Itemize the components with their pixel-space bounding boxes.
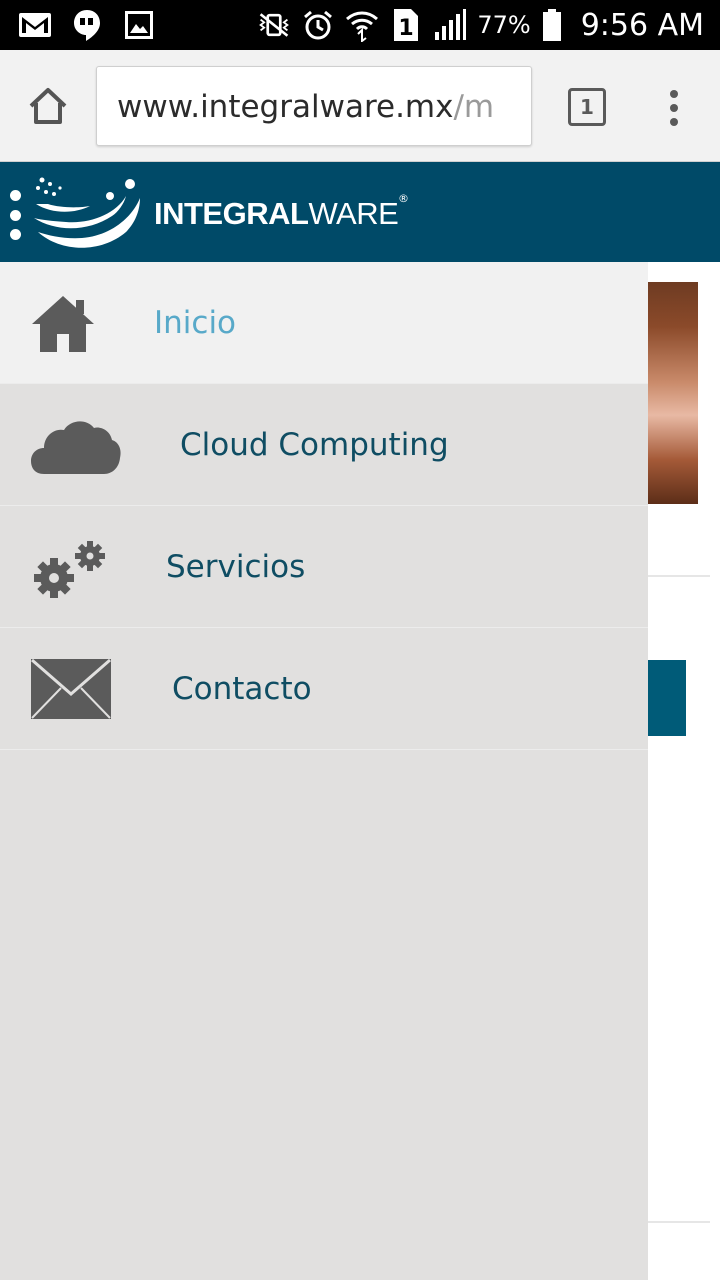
signal-icon [433, 8, 467, 42]
logo-light-text: WARE [308, 196, 399, 231]
content-divider [648, 1221, 710, 1223]
site-header: INTEGRALWARE [0, 162, 720, 262]
clock: 9:56 AM [580, 7, 704, 43]
svg-text:1: 1 [399, 16, 414, 41]
menu-dot [670, 118, 678, 126]
mute-vibrate-icon [257, 8, 291, 42]
registered-mark: ® [398, 192, 409, 205]
status-bar: 1 77% 9:56 AM [0, 0, 720, 50]
nav-item-label: Contacto [172, 671, 312, 707]
menu-dot [670, 104, 678, 112]
logo-swoosh-icon[interactable] [30, 174, 145, 254]
nav-item-servicios[interactable]: Servicios [0, 506, 648, 628]
tab-switcher-button[interactable]: 1 [568, 88, 606, 126]
address-bar[interactable]: www.integralware.mx/m [96, 66, 532, 146]
nav-item-contacto[interactable]: Contacto [0, 628, 648, 750]
nav-item-label: Inicio [154, 305, 237, 341]
sim-icon: 1 [389, 8, 423, 42]
content-divider [648, 575, 710, 577]
menu-dot [10, 229, 21, 240]
gallery-icon [122, 8, 156, 42]
home-button[interactable] [26, 84, 70, 128]
gmail-icon [18, 8, 52, 42]
navigation-drawer: Inicio Cloud Computing Servicios Contact… [0, 262, 648, 1280]
cloud-icon [30, 416, 122, 480]
tab-count: 1 [580, 95, 594, 119]
battery-icon [541, 8, 563, 42]
browser-toolbar: www.integralware.mx/m 1 [0, 50, 720, 162]
alarm-icon [301, 8, 335, 42]
logo-wordmark[interactable]: INTEGRALWARE [154, 196, 399, 232]
hangouts-icon [70, 8, 104, 42]
gears-icon [30, 540, 108, 606]
nav-item-inicio[interactable]: Inicio [0, 262, 648, 384]
nav-item-label: Servicios [166, 549, 306, 585]
envelope-icon [30, 658, 112, 724]
url-path: /m [453, 89, 495, 125]
hero-photo [648, 282, 698, 504]
menu-dot [10, 209, 21, 221]
battery-percent: 77% [477, 11, 531, 39]
nav-item-cloud-computing[interactable]: Cloud Computing [0, 384, 648, 506]
overflow-menu-button[interactable] [660, 86, 688, 130]
menu-dot [10, 190, 21, 201]
menu-toggle-button[interactable] [10, 190, 24, 240]
logo-bold-text: INTEGRAL [154, 196, 309, 231]
nav-item-label: Cloud Computing [180, 427, 449, 463]
wifi-icon [345, 8, 379, 42]
menu-dot [670, 90, 678, 98]
home-outline-icon [29, 88, 67, 124]
content-button[interactable] [648, 660, 686, 736]
home-icon [30, 294, 96, 358]
system-icons: 1 77% 9:56 AM [257, 4, 704, 46]
notification-icons [18, 8, 156, 42]
url-host: www.integralware.mx [117, 89, 454, 125]
